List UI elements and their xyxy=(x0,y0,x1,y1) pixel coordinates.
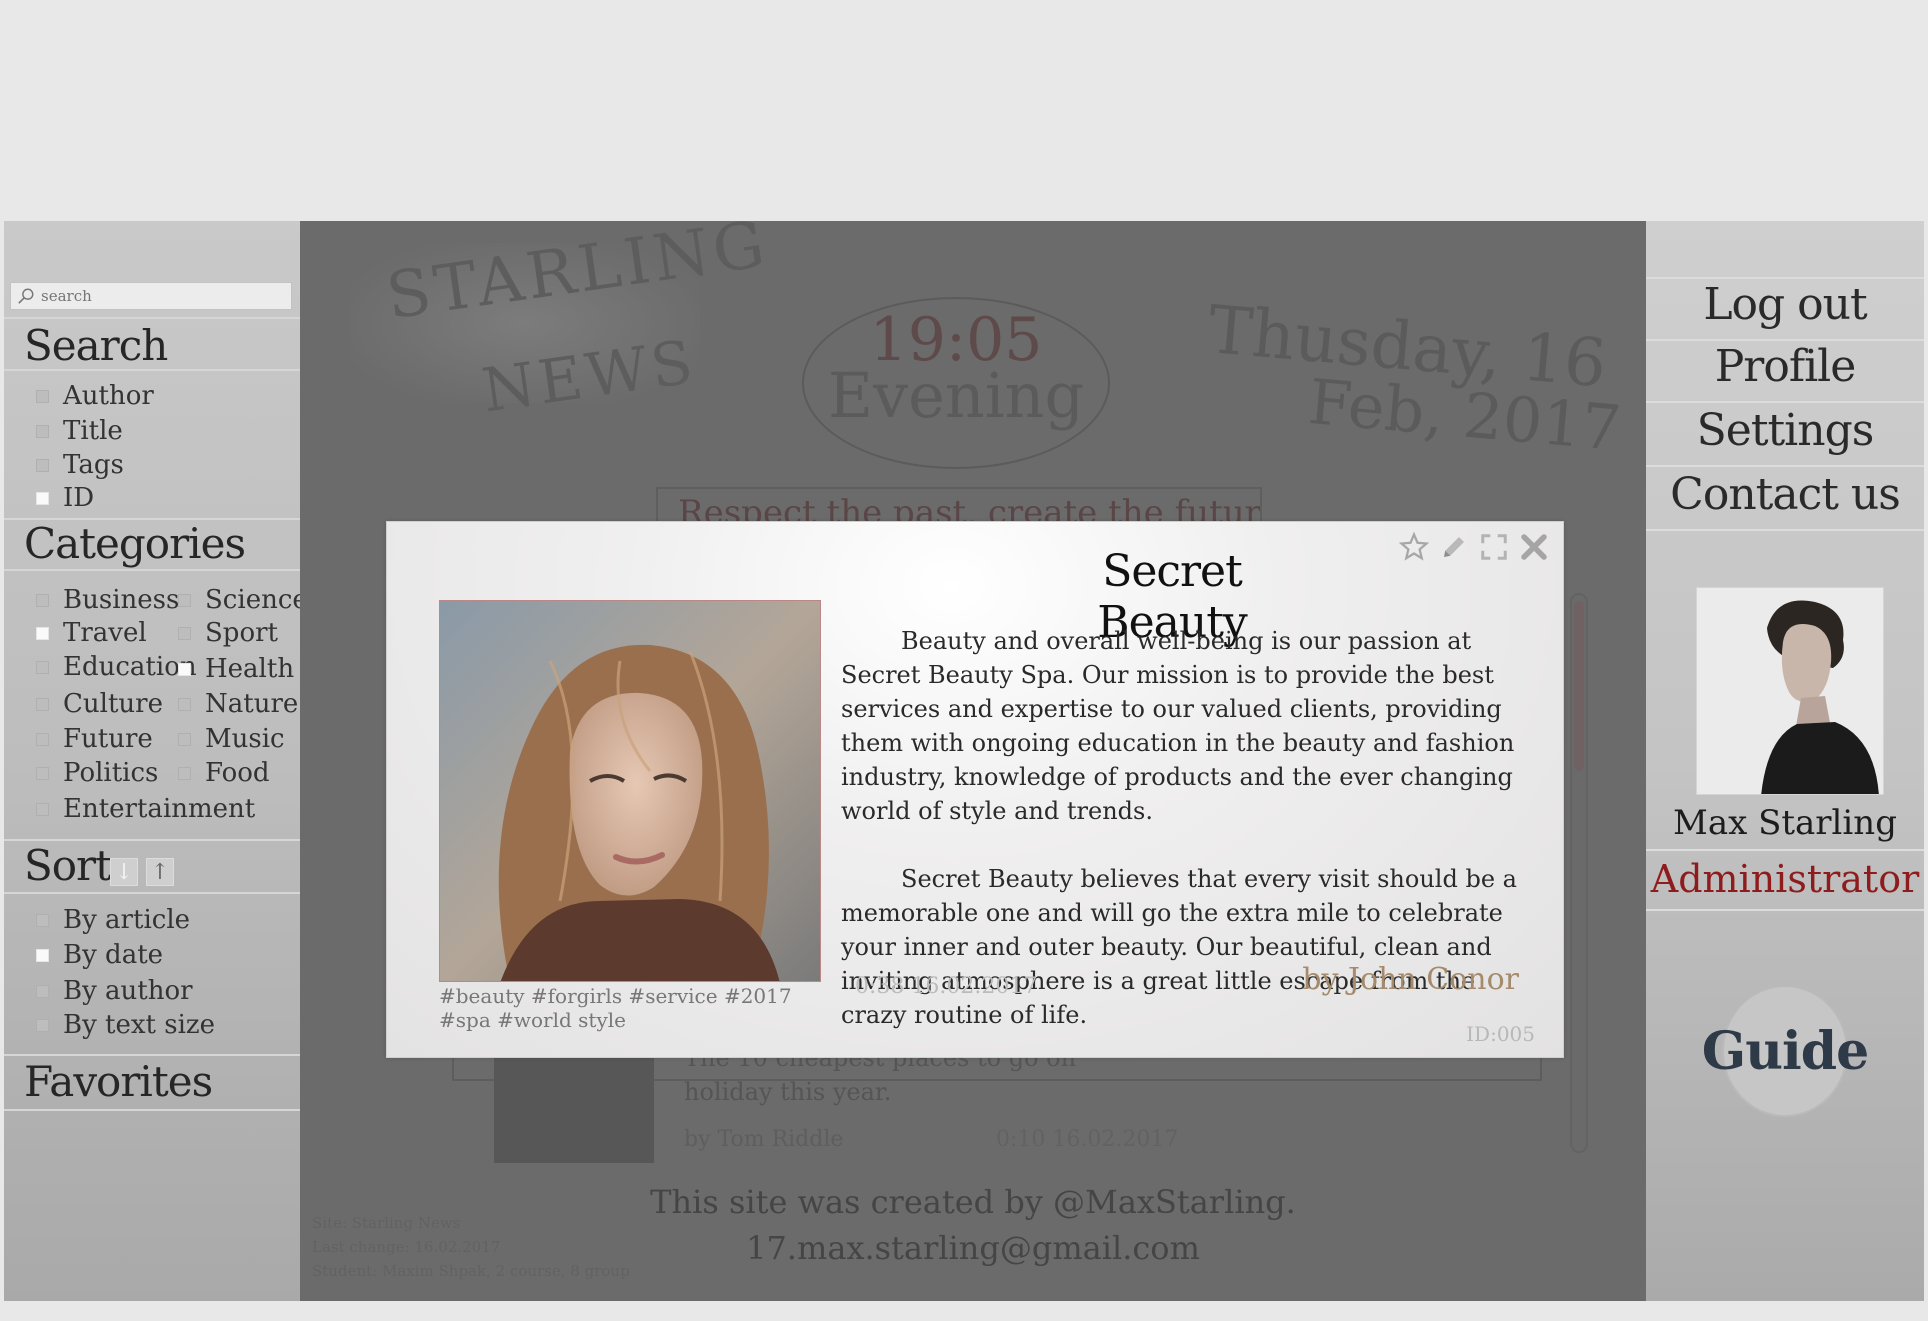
checkbox[interactable] xyxy=(36,660,49,674)
arrow-up-icon: ↑ xyxy=(150,859,170,885)
divider xyxy=(4,317,300,319)
modal-author[interactable]: by John Conor xyxy=(1302,962,1519,997)
modal-body: Beauty and overall well-being is our pas… xyxy=(841,624,1521,1066)
checkbox[interactable] xyxy=(36,491,49,505)
category-nature[interactable]: Nature xyxy=(178,689,298,719)
category-science[interactable]: Science xyxy=(178,585,308,615)
article-modal: Secret Beauty Beauty and overall well-be… xyxy=(386,521,1564,1058)
article-preview-author: by Tom Riddle xyxy=(684,1127,844,1152)
avatar[interactable] xyxy=(1696,587,1884,795)
checkbox[interactable] xyxy=(178,766,191,780)
checkbox[interactable] xyxy=(36,424,49,438)
modal-paragraph-2: Secret Beauty believes that every visit … xyxy=(841,865,1517,1029)
category-culture[interactable]: Culture xyxy=(36,689,163,719)
right-sidebar: Log out Profile Settings Contact us Max … xyxy=(1646,221,1924,1301)
article-photo xyxy=(440,601,820,981)
radio[interactable] xyxy=(36,913,49,927)
category-business[interactable]: Business xyxy=(36,585,179,615)
sort-by-date[interactable]: By date xyxy=(36,940,163,970)
checkbox[interactable] xyxy=(178,697,191,711)
article-preview-date: 0:10 16.02.2017 xyxy=(996,1127,1179,1152)
divider xyxy=(1646,849,1924,851)
divider xyxy=(1646,909,1924,911)
sort-title: Sort xyxy=(24,841,112,890)
settings-link[interactable]: Settings xyxy=(1646,405,1924,456)
radio[interactable] xyxy=(36,984,49,998)
sort-ascending-button[interactable]: ↑ xyxy=(146,858,174,886)
checkbox[interactable] xyxy=(36,766,49,780)
divider xyxy=(4,569,300,571)
fullscreen-icon[interactable] xyxy=(1477,530,1511,564)
search-option-title[interactable]: Title xyxy=(36,416,123,446)
sort-by-article[interactable]: By article xyxy=(36,905,190,935)
search-field[interactable] xyxy=(10,282,292,310)
contact-link[interactable]: Contact us xyxy=(1646,469,1924,520)
checkbox[interactable] xyxy=(36,732,49,746)
favorites-title[interactable]: Favorites xyxy=(24,1057,213,1106)
search-option-author[interactable]: Author xyxy=(36,381,154,411)
article-image xyxy=(439,600,821,982)
guide-button[interactable]: Guide xyxy=(1702,985,1869,1117)
sort-by-text-size[interactable]: By text size xyxy=(36,1010,215,1040)
divider xyxy=(4,1054,300,1056)
checkbox[interactable] xyxy=(178,626,191,640)
modal-tags[interactable]: #beauty #forgirls #service #2017 #spa #w… xyxy=(439,984,799,1032)
star-icon[interactable] xyxy=(1397,530,1431,564)
search-input[interactable] xyxy=(41,287,281,305)
checkbox[interactable] xyxy=(36,697,49,711)
search-option-tags[interactable]: Tags xyxy=(36,450,124,480)
user-name: Max Starling xyxy=(1673,803,1897,843)
category-politics[interactable]: Politics xyxy=(36,758,158,788)
category-food[interactable]: Food xyxy=(178,758,270,788)
category-music[interactable]: Music xyxy=(178,724,285,754)
checkbox[interactable] xyxy=(36,626,49,640)
feed-scrollbar-thumb[interactable] xyxy=(1574,601,1584,771)
divider xyxy=(4,1109,300,1111)
checkbox[interactable] xyxy=(36,458,49,472)
avatar-image xyxy=(1697,588,1883,794)
edit-icon[interactable] xyxy=(1437,530,1471,564)
close-icon[interactable] xyxy=(1517,530,1551,564)
footer-fine-print: Site: Starling News Last change: 16.02.2… xyxy=(312,1214,630,1280)
search-title: Search xyxy=(24,321,168,370)
radio[interactable] xyxy=(36,948,49,962)
modal-toolbar xyxy=(1397,530,1551,564)
sort-descending-button[interactable]: ↓ xyxy=(110,858,138,886)
category-sport[interactable]: Sport xyxy=(178,618,278,648)
divider xyxy=(1646,529,1924,531)
divider xyxy=(4,892,300,894)
checkbox[interactable] xyxy=(178,662,191,676)
sort-by-author[interactable]: By author xyxy=(36,976,193,1006)
category-health[interactable]: Health xyxy=(178,654,294,684)
checkbox[interactable] xyxy=(36,802,49,816)
checkbox[interactable] xyxy=(178,593,191,607)
left-sidebar: Search Author Title Tags ID Categories B… xyxy=(4,221,308,1301)
arrow-down-icon: ↓ xyxy=(114,859,134,885)
clock-day-part: Evening xyxy=(827,359,1085,432)
category-education[interactable]: Education xyxy=(36,652,197,682)
logout-link[interactable]: Log out xyxy=(1646,279,1924,330)
divider xyxy=(4,369,300,371)
categories-title: Categories xyxy=(24,519,246,568)
search-option-id[interactable]: ID xyxy=(36,483,94,513)
category-entertainment[interactable]: Entertainment xyxy=(36,794,255,824)
modal-date: 0:38 16.02.2017 xyxy=(855,974,1038,999)
checkbox[interactable] xyxy=(36,389,49,403)
radio[interactable] xyxy=(36,1018,49,1032)
checkbox[interactable] xyxy=(36,593,49,607)
search-icon xyxy=(18,288,34,304)
checkbox[interactable] xyxy=(178,732,191,746)
user-role: Administrator xyxy=(1650,857,1920,901)
category-future[interactable]: Future xyxy=(36,724,153,754)
divider xyxy=(1646,465,1924,467)
category-travel[interactable]: Travel xyxy=(36,618,147,648)
modal-paragraph-1: Beauty and overall well-being is our pas… xyxy=(841,627,1515,825)
modal-id: ID:005 xyxy=(1466,1022,1535,1046)
profile-link[interactable]: Profile xyxy=(1646,341,1924,392)
article-thumbnail[interactable] xyxy=(494,1043,654,1163)
divider xyxy=(1646,401,1924,403)
